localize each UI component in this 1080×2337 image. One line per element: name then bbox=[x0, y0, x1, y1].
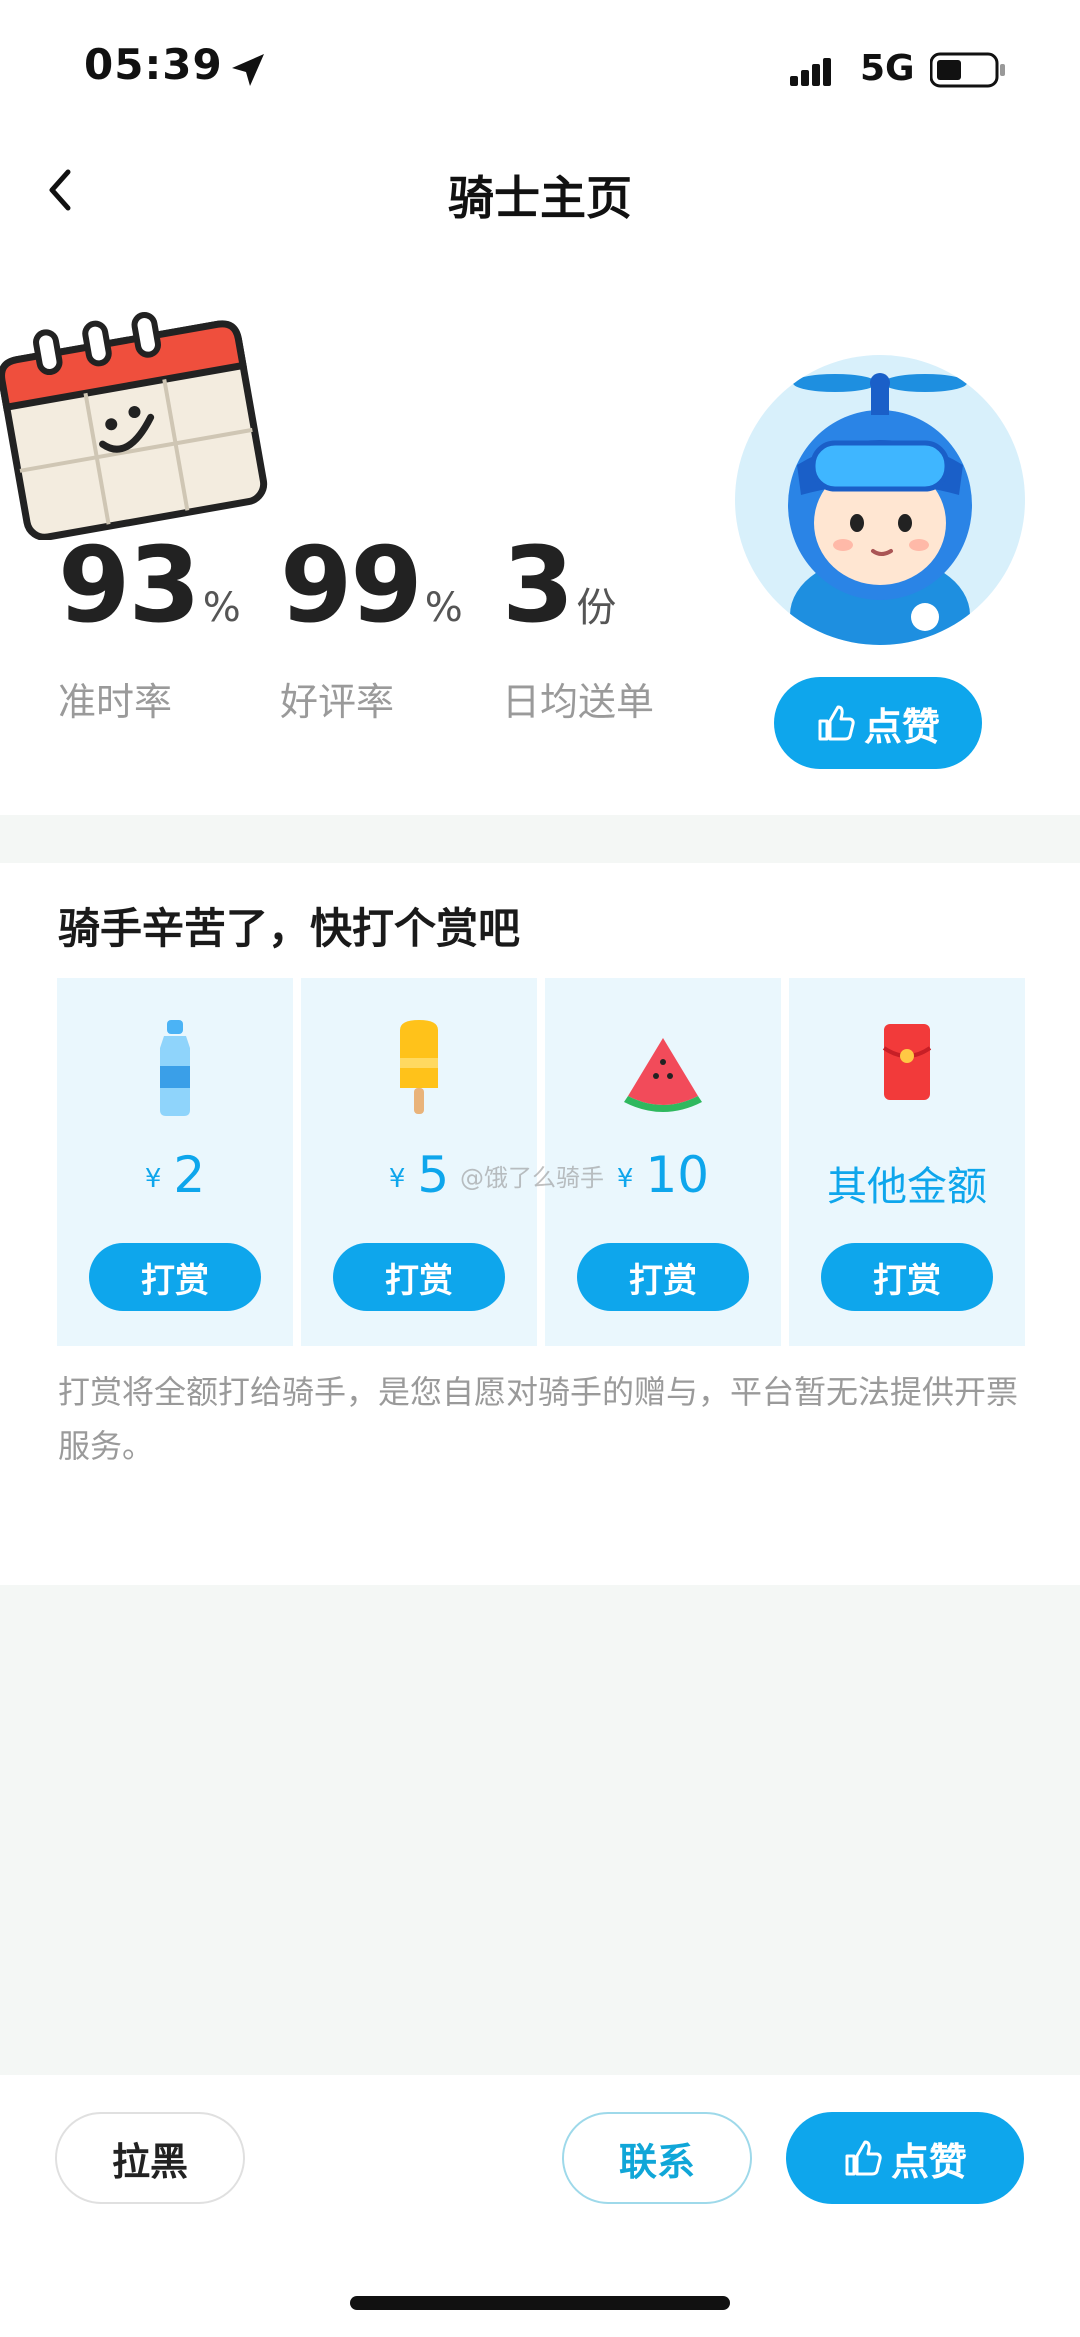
red-envelope-icon bbox=[882, 1024, 932, 1100]
stat-rating-unit: % bbox=[424, 585, 463, 631]
stat-rating: 99% 好评率 bbox=[280, 530, 463, 726]
location-arrow-icon bbox=[232, 54, 264, 86]
thumbs-up-icon bbox=[845, 2140, 882, 2176]
popsicle-icon bbox=[400, 1020, 438, 1114]
thumbs-up-icon bbox=[818, 705, 855, 741]
network-label: 5G bbox=[860, 48, 915, 89]
stat-daily-orders-value: 3 bbox=[502, 524, 574, 646]
tip-button[interactable]: 打赏 bbox=[577, 1243, 749, 1311]
tip-disclaimer: 打赏将全额打给骑手，是您自愿对骑手的赠与，平台暂无法提供开票服务。 bbox=[58, 1373, 1019, 1465]
stat-daily-orders: 3份 日均送单 bbox=[502, 530, 654, 726]
rider-mascot-icon bbox=[788, 373, 972, 645]
signal-icon bbox=[790, 58, 831, 86]
like-button-label: 点赞 bbox=[863, 704, 940, 749]
tip-amount: 2 bbox=[173, 1146, 206, 1204]
stat-rating-label: 好评率 bbox=[280, 680, 395, 724]
status-time: 05:39 bbox=[84, 40, 223, 89]
empty-content-area bbox=[0, 1585, 1080, 2075]
stat-daily-orders-unit: 份 bbox=[576, 585, 616, 631]
watermelon-icon bbox=[624, 1038, 702, 1112]
stat-rating-value: 99 bbox=[280, 524, 423, 646]
tip-button[interactable]: 打赏 bbox=[821, 1243, 993, 1311]
currency-symbol: ¥ bbox=[616, 1163, 634, 1194]
page-title: 骑士主页 bbox=[448, 171, 632, 225]
block-button[interactable]: 拉黑 bbox=[55, 2112, 245, 2204]
stat-ontime-value: 93 bbox=[58, 524, 201, 646]
bottom-like-button[interactable]: 点赞 bbox=[786, 2112, 1024, 2204]
like-button[interactable]: 点赞 bbox=[774, 677, 982, 769]
tip-option-2[interactable]: ¥2 打赏 bbox=[57, 978, 293, 1346]
tip-amount: 5 bbox=[417, 1146, 450, 1204]
watermark: @饿了么骑手 bbox=[460, 1164, 604, 1192]
tip-amount: 10 bbox=[645, 1146, 710, 1204]
currency-symbol: ¥ bbox=[144, 1163, 162, 1194]
tip-button[interactable]: 打赏 bbox=[89, 1243, 261, 1311]
currency-symbol: ¥ bbox=[388, 1163, 406, 1194]
section-divider bbox=[0, 815, 1080, 863]
stat-ontime: 93% 准时率 bbox=[58, 530, 241, 726]
calendar-sticker-icon bbox=[0, 311, 268, 540]
tip-option-other[interactable]: 其他金额 打赏 bbox=[789, 978, 1025, 1346]
home-indicator[interactable] bbox=[350, 2296, 730, 2310]
tip-button[interactable]: 打赏 bbox=[333, 1243, 505, 1311]
contact-button[interactable]: 联系 bbox=[562, 2112, 752, 2204]
battery-icon bbox=[930, 52, 1005, 88]
tip-amount-other: 其他金额 bbox=[827, 1164, 987, 1210]
stat-ontime-unit: % bbox=[202, 585, 241, 631]
stat-ontime-label: 准时率 bbox=[58, 680, 173, 724]
rider-avatar bbox=[735, 355, 1025, 645]
bottom-like-label: 点赞 bbox=[890, 2139, 967, 2184]
tip-section-title: 骑手辛苦了，快打个赏吧 bbox=[58, 904, 521, 953]
stat-daily-orders-label: 日均送单 bbox=[502, 680, 655, 724]
status-bar: 05:39 5G bbox=[0, 0, 1080, 140]
water-bottle-icon bbox=[160, 1020, 190, 1116]
